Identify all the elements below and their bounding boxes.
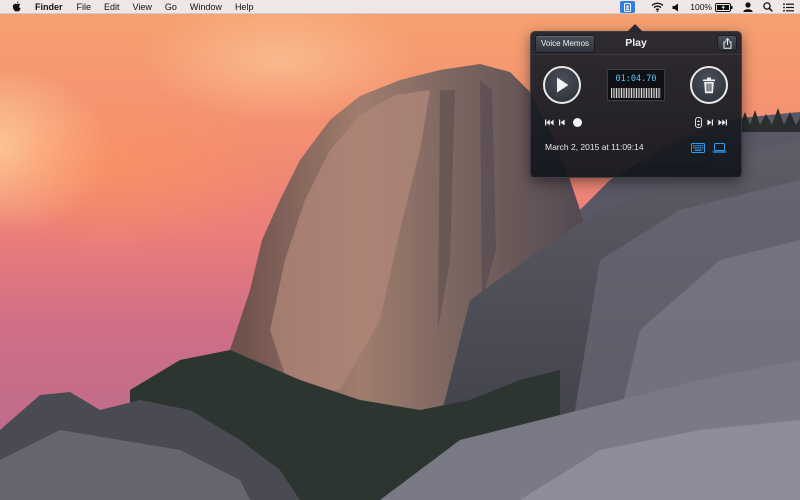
waveform-ticks bbox=[611, 88, 661, 98]
step-forward-icon[interactable] bbox=[707, 119, 713, 126]
menu-app-finder[interactable]: Finder bbox=[35, 0, 63, 14]
playback-scrubber-knob[interactable] bbox=[573, 118, 582, 127]
keyboard-icon[interactable] bbox=[691, 143, 705, 153]
volume-icon[interactable] bbox=[672, 3, 680, 12]
speed-and-step-controls bbox=[695, 117, 727, 128]
time-display: 01:04.70 bbox=[607, 69, 665, 101]
wifi-icon[interactable] bbox=[651, 2, 664, 12]
trash-icon bbox=[702, 77, 716, 94]
menu-view[interactable]: View bbox=[133, 0, 152, 14]
device-selector bbox=[684, 143, 727, 153]
share-icon bbox=[723, 37, 732, 49]
popover-arrow bbox=[627, 24, 643, 32]
play-icon bbox=[554, 76, 570, 94]
popover-header: Voice Memos Play bbox=[531, 32, 741, 54]
voice-memos-back-button[interactable]: Voice Memos bbox=[535, 35, 596, 53]
play-button[interactable] bbox=[543, 66, 581, 104]
speed-stepper-icon[interactable] bbox=[695, 117, 702, 128]
menu-file[interactable]: File bbox=[77, 0, 92, 14]
menu-window[interactable]: Window bbox=[190, 0, 222, 14]
spotlight-search-icon[interactable] bbox=[763, 2, 773, 12]
fast-forward-end-icon[interactable] bbox=[718, 119, 727, 126]
voice-memos-popover: Voice Memos Play 01:04.70 March 2, 2015 … bbox=[530, 24, 742, 178]
recording-date: March 2, 2015 at 11:09:14 bbox=[545, 142, 644, 152]
elapsed-time: 01:04.70 bbox=[615, 74, 657, 84]
header-divider bbox=[531, 54, 741, 55]
step-back-icon[interactable] bbox=[559, 119, 565, 126]
delete-button[interactable] bbox=[690, 66, 728, 104]
apple-logo-icon[interactable] bbox=[12, 1, 21, 12]
battery-percent[interactable]: 100% bbox=[690, 2, 712, 12]
voice-memos-extension-icon[interactable] bbox=[620, 1, 636, 13]
menu-edit[interactable]: Edit bbox=[104, 0, 120, 14]
menu-help[interactable]: Help bbox=[235, 0, 254, 14]
user-icon[interactable] bbox=[743, 2, 753, 12]
notification-center-icon[interactable] bbox=[783, 2, 794, 12]
transport-controls bbox=[545, 118, 582, 127]
rewind-start-icon[interactable] bbox=[545, 119, 554, 126]
battery-icon[interactable] bbox=[715, 2, 733, 12]
menu-go[interactable]: Go bbox=[165, 0, 177, 14]
share-button[interactable] bbox=[717, 35, 737, 51]
menu-bar: Finder File Edit View Go Window Help 100… bbox=[0, 0, 800, 14]
laptop-icon[interactable] bbox=[712, 143, 727, 153]
